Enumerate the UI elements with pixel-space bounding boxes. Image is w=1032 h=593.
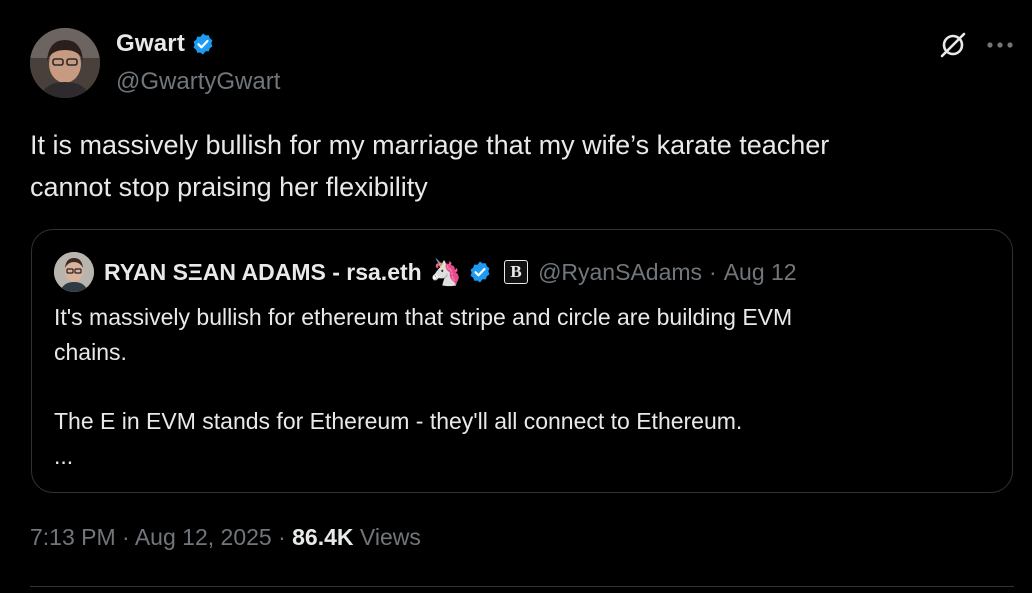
tweet-meta: 7:13 PM · Aug 12, 2025 · 86.4K Views: [30, 524, 421, 551]
grok-icon[interactable]: [938, 30, 968, 60]
separator-dot: ·: [122, 524, 130, 550]
unicorn-emoji-icon: 🦄: [429, 257, 463, 287]
more-options-icon[interactable]: [986, 40, 1014, 50]
verified-badge-icon: [191, 32, 215, 56]
tweet-text-line: It is massively bullish for my marriage …: [30, 130, 830, 160]
quoted-text-ellipsis: ...: [54, 443, 74, 469]
quoted-text-line: It's massively bullish for ethereum that…: [54, 304, 793, 330]
verified-badge-icon: [468, 260, 492, 284]
views-count[interactable]: 86.4K: [292, 524, 353, 550]
quoted-text-line: chains.: [54, 339, 127, 365]
quoted-author-avatar[interactable]: [54, 252, 94, 292]
affiliate-badge-icon[interactable]: B: [504, 260, 529, 284]
quoted-tweet-text: It's massively bullish for ethereum that…: [54, 300, 984, 474]
tweet-text-line: cannot stop praising her flexibility: [30, 172, 428, 202]
quoted-author-name[interactable]: RYAN SΞAN ADAMS - rsa.eth: [104, 259, 422, 286]
tweet-card: Gwart @GwartyGwart It is massively bulli…: [0, 0, 1032, 593]
divider: [30, 586, 1014, 587]
author-avatar[interactable]: [30, 28, 100, 98]
tweet-text: It is massively bullish for my marriage …: [30, 124, 990, 208]
separator-dot: ·: [278, 524, 286, 550]
tweet-date[interactable]: Aug 12, 2025: [135, 524, 272, 550]
tweet-time[interactable]: 7:13 PM: [30, 524, 116, 550]
quoted-tweet-date[interactable]: Aug 12: [724, 259, 797, 286]
views-label: Views: [359, 524, 421, 550]
quoted-tweet[interactable]: RYAN SΞAN ADAMS - rsa.eth 🦄 B @RyanSAdam…: [31, 229, 1013, 493]
separator-dot: ·: [709, 258, 717, 285]
quoted-text-blank-line: [54, 370, 984, 404]
quoted-author-handle[interactable]: @RyanSAdams: [538, 259, 702, 286]
author-name[interactable]: Gwart: [116, 30, 185, 58]
top-actions: [938, 30, 1014, 60]
quoted-text-line: The E in EVM stands for Ethereum - they'…: [54, 408, 743, 434]
quoted-tweet-header: RYAN SΞAN ADAMS - rsa.eth 🦄 B @RyanSAdam…: [54, 252, 797, 292]
author-handle[interactable]: @GwartyGwart: [116, 68, 280, 96]
author-name-row[interactable]: Gwart: [116, 30, 215, 58]
